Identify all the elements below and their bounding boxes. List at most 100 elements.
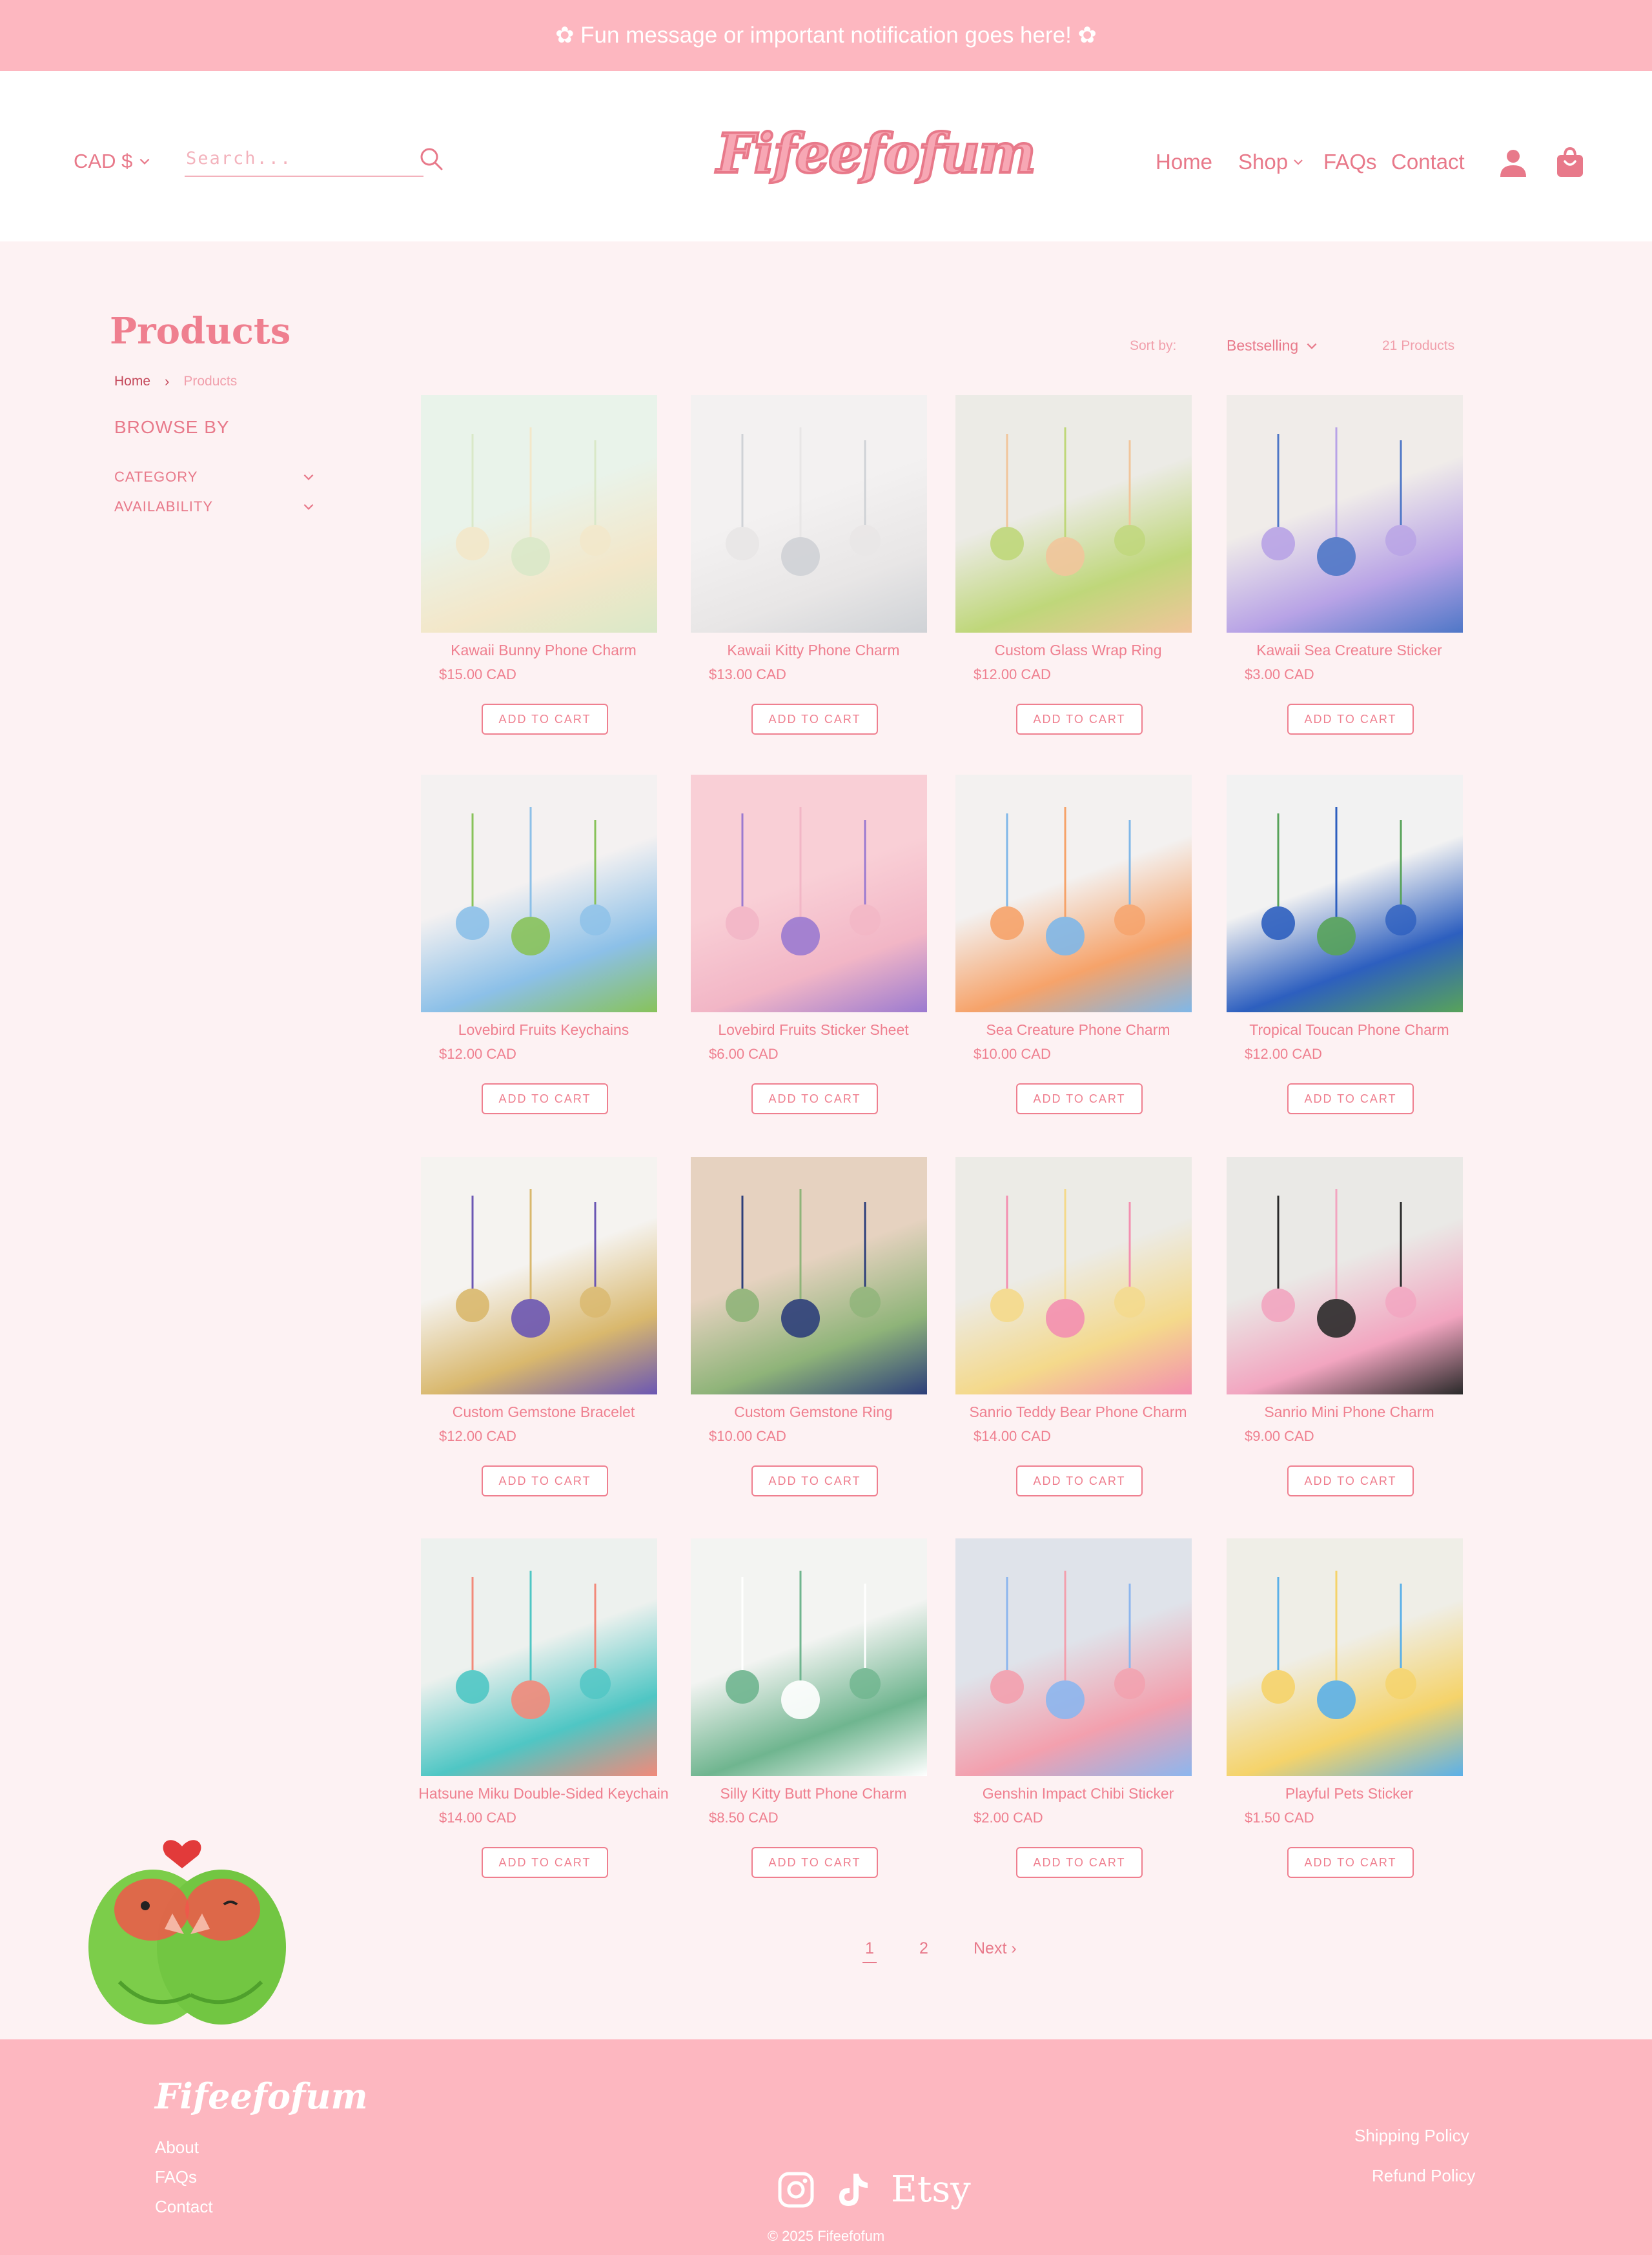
filter-availability-label: AVAILABILITY bbox=[114, 498, 214, 515]
filter-availability[interactable]: AVAILABILITY bbox=[114, 498, 316, 515]
product-name[interactable]: Lovebird Fruits Keychains bbox=[408, 1021, 679, 1039]
announcement-bar: ✿ Fun message or important notification … bbox=[0, 0, 1652, 71]
product-card[interactable]: Custom Glass Wrap Ring $12.00 CAD ADD TO C… bbox=[943, 395, 1214, 757]
footer-link-about[interactable]: About bbox=[155, 2138, 199, 2158]
product-image[interactable] bbox=[1227, 395, 1463, 633]
lovebirds-mascot-illustration bbox=[88, 1840, 286, 2025]
add-to-cart-button[interactable]: ADD TO CART bbox=[1016, 1847, 1143, 1878]
nav-faqs[interactable]: FAQs bbox=[1323, 150, 1377, 174]
add-to-cart-button[interactable]: ADD TO CART bbox=[1287, 1465, 1414, 1496]
search-input[interactable] bbox=[185, 143, 407, 173]
add-to-cart-button[interactable]: ADD TO CART bbox=[1016, 1465, 1143, 1496]
nav-shop[interactable]: Shop bbox=[1238, 150, 1305, 174]
cart-icon[interactable] bbox=[1555, 146, 1586, 178]
page-title: Products bbox=[110, 310, 291, 352]
product-image[interactable] bbox=[691, 775, 927, 1012]
product-name[interactable]: Custom Gemstone Ring bbox=[678, 1403, 949, 1421]
product-card[interactable]: Tropical Toucan Phone Charm $12.00 CAD ADD… bbox=[1214, 775, 1485, 1136]
product-card[interactable]: Genshin Impact Chibi Sticker $2.00 CAD ADD… bbox=[943, 1538, 1214, 1900]
product-image[interactable] bbox=[955, 775, 1192, 1012]
add-to-cart-button[interactable]: ADD TO CART bbox=[482, 1465, 608, 1496]
product-image[interactable] bbox=[1227, 775, 1463, 1012]
add-to-cart-button[interactable]: ADD TO CART bbox=[482, 704, 608, 735]
site-footer: Fifeefofum About FAQs Contact Shipping P… bbox=[0, 2039, 1652, 2255]
product-card[interactable]: Kawaii Bunny Phone Charm $15.00 CAD ADD TO… bbox=[408, 395, 679, 757]
product-image[interactable] bbox=[1227, 1157, 1463, 1394]
product-name[interactable]: Kawaii Sea Creature Sticker bbox=[1214, 642, 1485, 659]
sort-select[interactable]: Bestselling bbox=[1227, 337, 1319, 354]
product-name[interactable]: Kawaii Bunny Phone Charm bbox=[408, 642, 679, 659]
product-image[interactable] bbox=[1227, 1538, 1463, 1776]
instagram-icon[interactable] bbox=[777, 2171, 815, 2209]
tiktok-icon[interactable] bbox=[834, 2171, 872, 2209]
add-to-cart-button[interactable]: ADD TO CART bbox=[1287, 1083, 1414, 1114]
product-image[interactable] bbox=[691, 395, 927, 633]
product-card[interactable]: Silly Kitty Butt Phone Charm $8.50 CAD ADD… bbox=[678, 1538, 949, 1900]
product-card[interactable]: Custom Gemstone Ring $10.00 CAD ADD TO CAR… bbox=[678, 1157, 949, 1518]
add-to-cart-button[interactable]: ADD TO CART bbox=[751, 1083, 878, 1114]
product-image[interactable] bbox=[421, 1538, 657, 1776]
product-name[interactable]: Sanrio Teddy Bear Phone Charm bbox=[943, 1403, 1214, 1421]
product-image[interactable] bbox=[691, 1538, 927, 1776]
product-card[interactable]: Sanrio Teddy Bear Phone Charm $14.00 CAD A… bbox=[943, 1157, 1214, 1518]
product-card[interactable]: Lovebird Fruits Sticker Sheet $6.00 CAD AD… bbox=[678, 775, 949, 1136]
next-page-link[interactable]: Next › bbox=[974, 1939, 1017, 1958]
filter-category[interactable]: CATEGORY bbox=[114, 469, 316, 485]
add-to-cart-button[interactable]: ADD TO CART bbox=[751, 704, 878, 735]
footer-link-shipping-policy[interactable]: Shipping Policy bbox=[1354, 2126, 1469, 2146]
product-name[interactable]: Custom Glass Wrap Ring bbox=[943, 642, 1214, 659]
add-to-cart-button[interactable]: ADD TO CART bbox=[1287, 1847, 1414, 1878]
product-image[interactable] bbox=[955, 395, 1192, 633]
add-to-cart-button[interactable]: ADD TO CART bbox=[482, 1847, 608, 1878]
product-price: $14.00 CAD bbox=[974, 1428, 1051, 1444]
product-card[interactable]: Sea Creature Phone Charm $10.00 CAD ADD TO… bbox=[943, 775, 1214, 1136]
add-to-cart-button[interactable]: ADD TO CART bbox=[482, 1083, 608, 1114]
product-image[interactable] bbox=[421, 1157, 657, 1394]
search-bar bbox=[185, 143, 423, 177]
etsy-link[interactable]: Etsy bbox=[891, 2168, 971, 2210]
add-to-cart-button[interactable]: ADD TO CART bbox=[1016, 704, 1143, 735]
product-name[interactable]: Kawaii Kitty Phone Charm bbox=[678, 642, 949, 659]
add-to-cart-button[interactable]: ADD TO CART bbox=[1287, 704, 1414, 735]
chevron-down-icon bbox=[1307, 343, 1317, 349]
add-to-cart-button[interactable]: ADD TO CART bbox=[751, 1847, 878, 1878]
account-icon[interactable] bbox=[1498, 147, 1529, 178]
product-name[interactable]: Sea Creature Phone Charm bbox=[943, 1021, 1214, 1039]
product-name[interactable]: Tropical Toucan Phone Charm bbox=[1214, 1021, 1485, 1039]
product-name[interactable]: Genshin Impact Chibi Sticker bbox=[943, 1785, 1214, 1802]
product-image[interactable] bbox=[421, 775, 657, 1012]
product-name[interactable]: Sanrio Mini Phone Charm bbox=[1214, 1403, 1485, 1421]
footer-link-faqs[interactable]: FAQs bbox=[155, 2167, 197, 2187]
product-name[interactable]: Silly Kitty Butt Phone Charm bbox=[678, 1785, 949, 1802]
nav-contact[interactable]: Contact bbox=[1391, 150, 1465, 174]
breadcrumb-home[interactable]: Home bbox=[114, 374, 150, 389]
site-logo[interactable]: Fifeefofum bbox=[715, 115, 1037, 192]
product-image[interactable] bbox=[955, 1157, 1192, 1394]
product-card[interactable]: Playful Pets Sticker $1.50 CAD ADD TO CART bbox=[1214, 1538, 1485, 1900]
page-1[interactable]: 1 bbox=[862, 1939, 877, 1963]
footer-link-contact[interactable]: Contact bbox=[155, 2197, 213, 2217]
add-to-cart-button[interactable]: ADD TO CART bbox=[751, 1465, 878, 1496]
footer-logo[interactable]: Fifeefofum bbox=[155, 2076, 368, 2117]
product-card[interactable]: Hatsune Miku Double-Sided Keychain $14.00… bbox=[408, 1538, 679, 1900]
page-2[interactable]: 2 bbox=[919, 1939, 928, 1958]
product-name[interactable]: Lovebird Fruits Sticker Sheet bbox=[678, 1021, 949, 1039]
product-image[interactable] bbox=[955, 1538, 1192, 1776]
product-name[interactable]: Custom Gemstone Bracelet bbox=[408, 1403, 679, 1421]
search-icon[interactable] bbox=[418, 146, 444, 172]
product-price: $1.50 CAD bbox=[1245, 1810, 1314, 1826]
currency-selector[interactable]: CAD $ bbox=[74, 150, 152, 173]
product-card[interactable]: Kawaii Kitty Phone Charm $13.00 CAD ADD TO… bbox=[678, 395, 949, 757]
product-name[interactable]: Playful Pets Sticker bbox=[1214, 1785, 1485, 1802]
product-card[interactable]: Kawaii Sea Creature Sticker $3.00 CAD ADD … bbox=[1214, 395, 1485, 757]
social-links: Etsy bbox=[777, 2168, 971, 2210]
product-name[interactable]: Hatsune Miku Double-Sided Keychain bbox=[408, 1785, 679, 1802]
add-to-cart-button[interactable]: ADD TO CART bbox=[1016, 1083, 1143, 1114]
product-card[interactable]: Lovebird Fruits Keychains $12.00 CAD ADD T… bbox=[408, 775, 679, 1136]
product-card[interactable]: Sanrio Mini Phone Charm $9.00 CAD ADD TO C… bbox=[1214, 1157, 1485, 1518]
footer-link-refund-policy[interactable]: Refund Policy bbox=[1372, 2166, 1475, 2186]
product-image[interactable] bbox=[691, 1157, 927, 1394]
nav-home[interactable]: Home bbox=[1156, 150, 1212, 174]
product-image[interactable] bbox=[421, 395, 657, 633]
product-card[interactable]: Custom Gemstone Bracelet $12.00 CAD ADD TO… bbox=[408, 1157, 679, 1518]
